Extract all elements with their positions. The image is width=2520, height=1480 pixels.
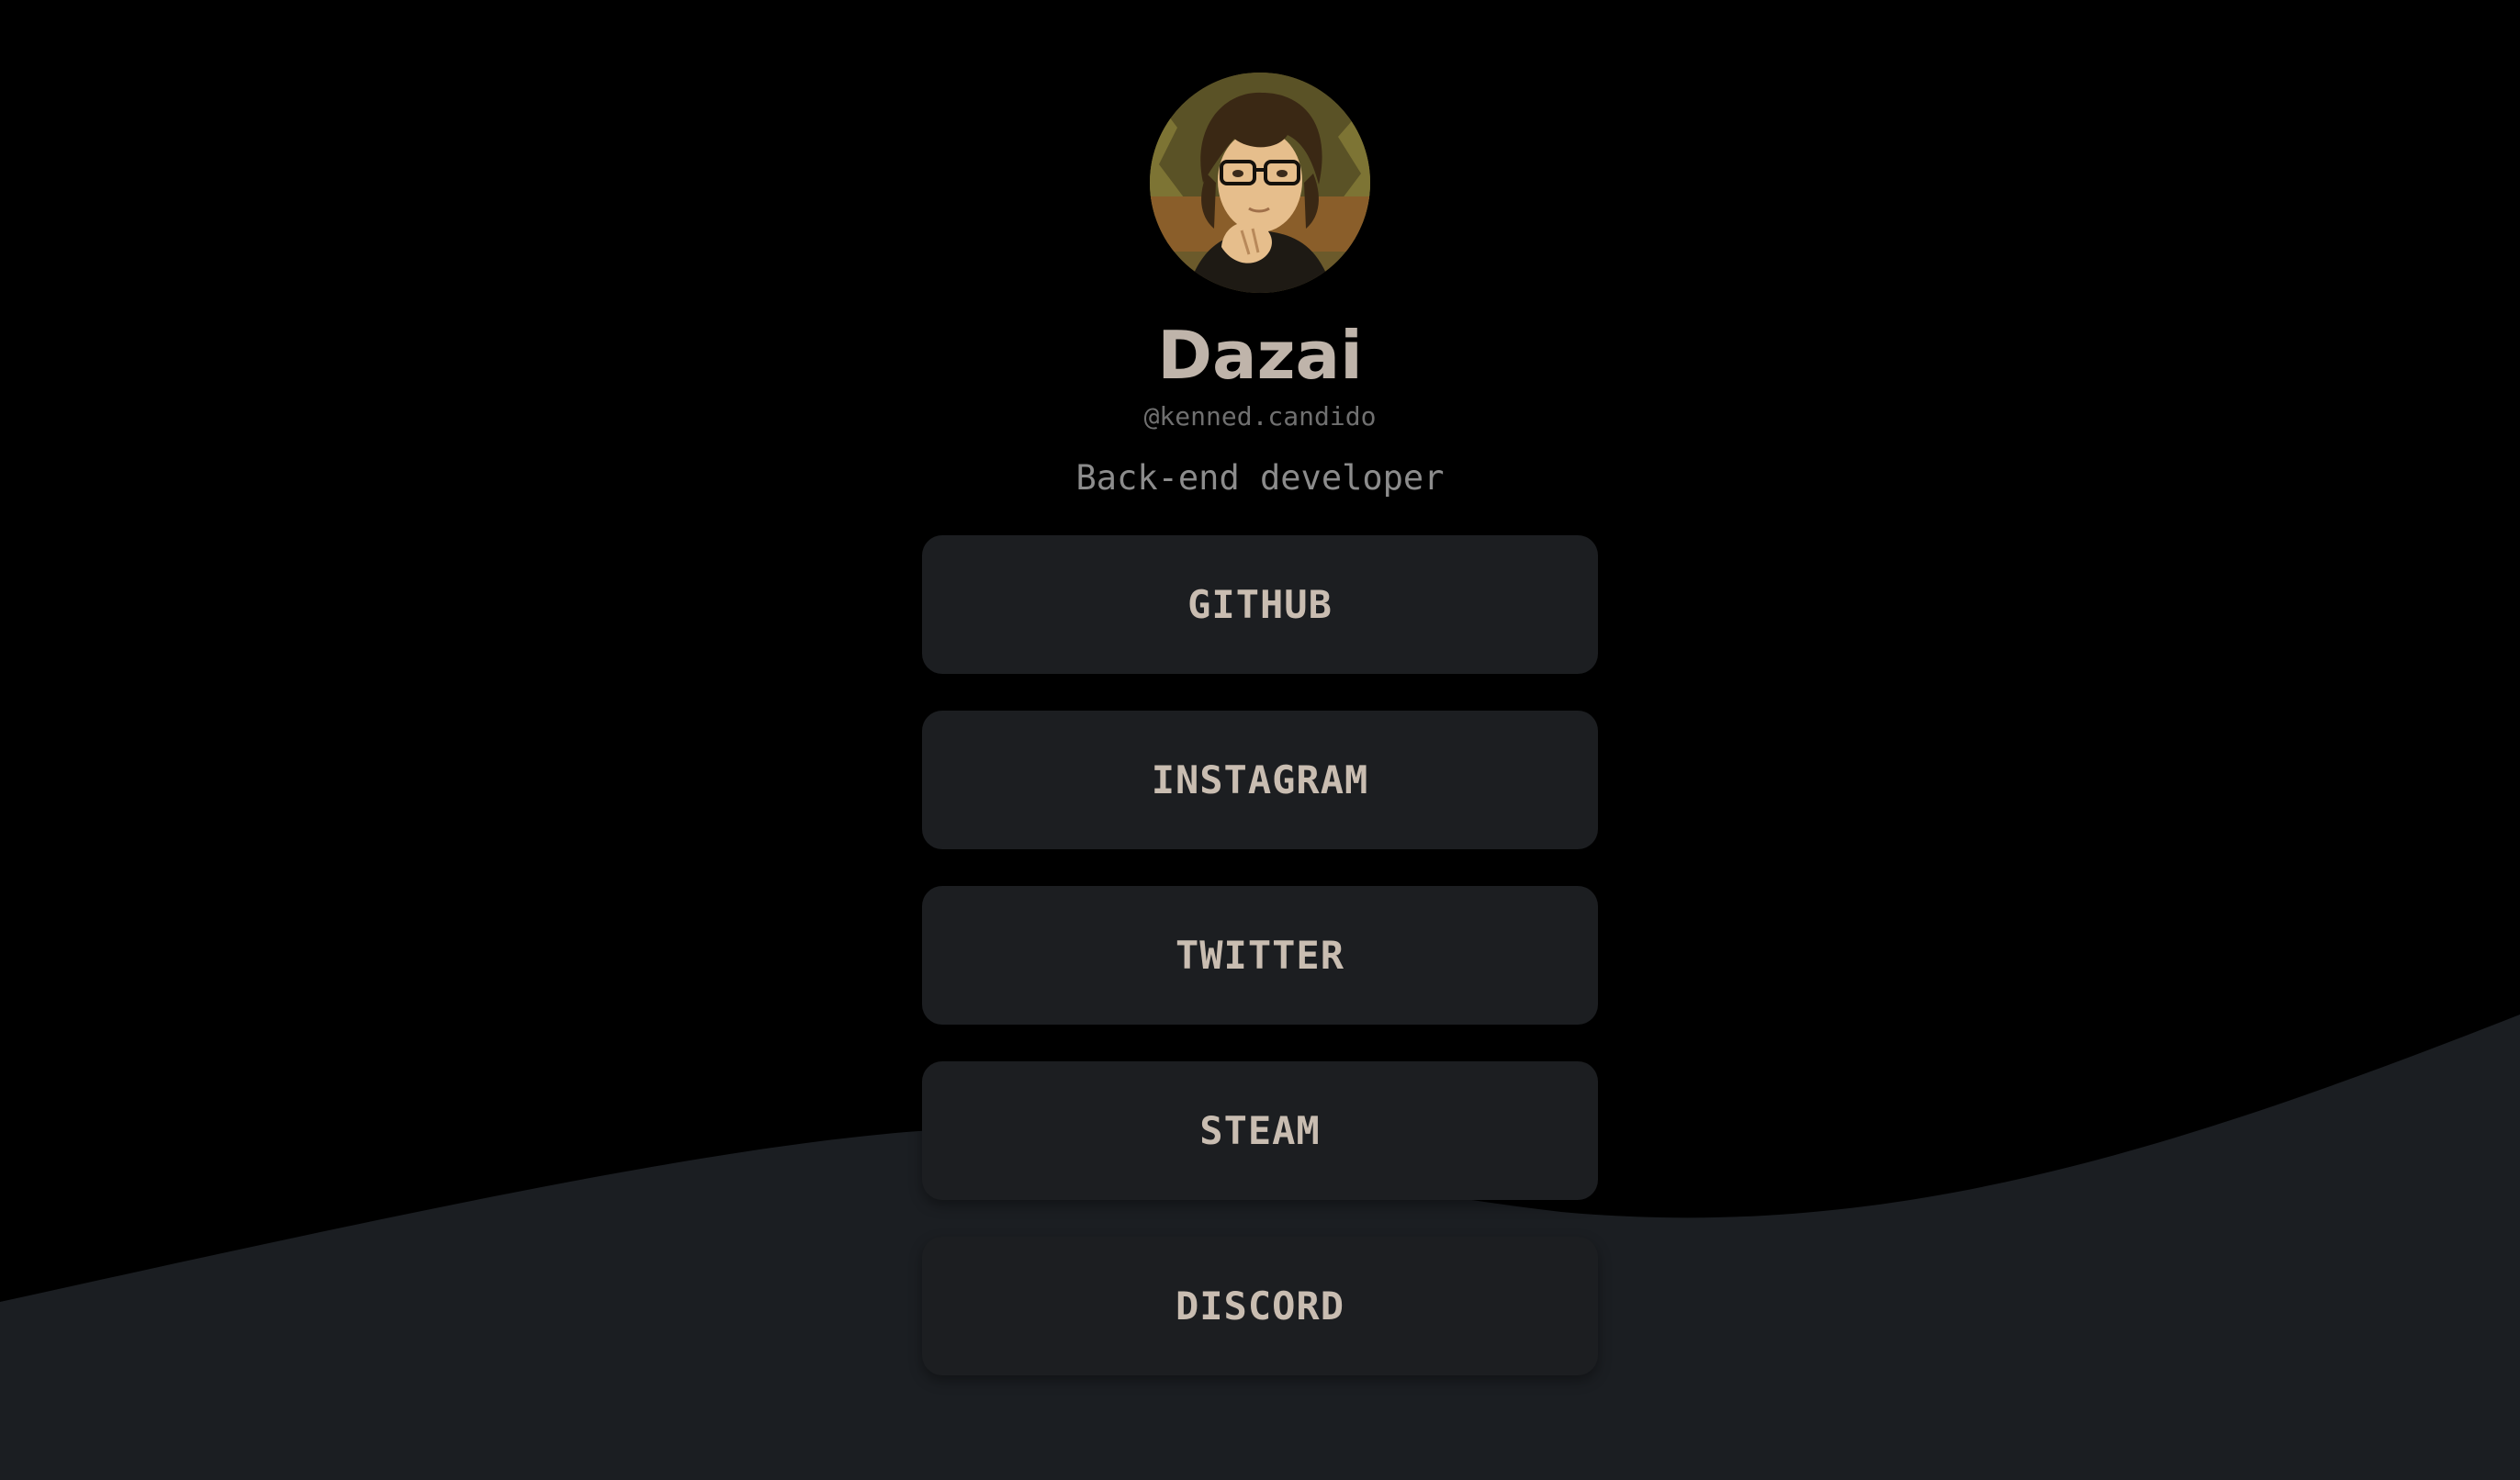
twitter-link-label: TWITTER [1175, 933, 1344, 978]
links-list: GITHUB INSTAGRAM TWITTER STEAM DISCORD [922, 535, 1598, 1412]
twitter-link-button[interactable]: TWITTER [922, 886, 1598, 1025]
steam-link-label: STEAM [1199, 1108, 1321, 1153]
discord-link-button[interactable]: DISCORD [922, 1237, 1598, 1375]
github-link-button[interactable]: GITHUB [922, 535, 1598, 674]
profile-handle: @kenned.candido [1143, 401, 1377, 432]
profile-card: Dazai @kenned.candido Back-end developer… [0, 0, 2520, 1480]
github-link-label: GITHUB [1187, 582, 1333, 627]
steam-link-button[interactable]: STEAM [922, 1061, 1598, 1200]
profile-avatar[interactable] [1150, 73, 1370, 293]
profile-bio: Back-end developer [1075, 458, 1445, 498]
profile-name: Dazai [1157, 317, 1363, 394]
instagram-link-label: INSTAGRAM [1151, 757, 1369, 802]
discord-link-label: DISCORD [1175, 1284, 1344, 1329]
avatar-image [1150, 73, 1370, 293]
instagram-link-button[interactable]: INSTAGRAM [922, 711, 1598, 849]
